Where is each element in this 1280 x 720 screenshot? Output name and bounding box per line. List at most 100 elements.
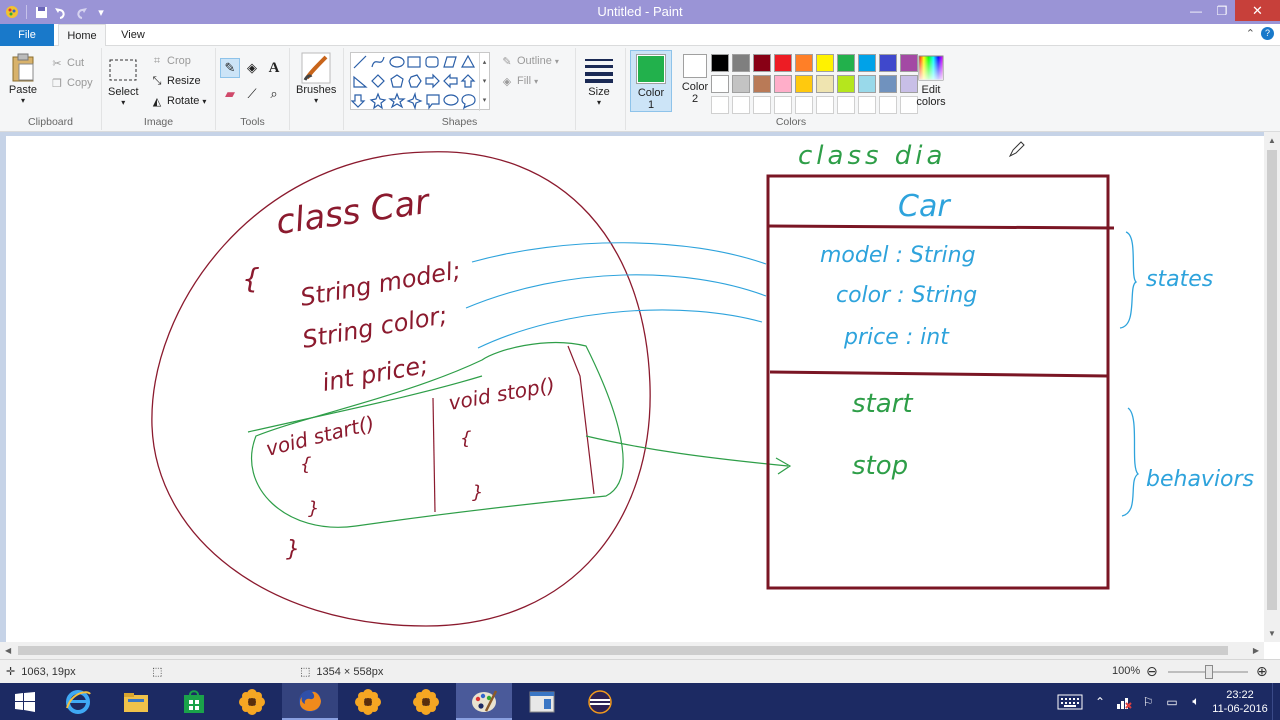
palette-swatch[interactable] — [753, 75, 771, 93]
tab-file[interactable]: File — [0, 24, 54, 46]
palette-swatch[interactable] — [837, 54, 855, 72]
customize-qat-icon[interactable]: ▾ — [93, 4, 109, 20]
color-picker-icon[interactable]: ⟋ — [242, 84, 262, 104]
save-icon[interactable] — [33, 4, 49, 20]
horizontal-scrollbar[interactable]: ◀ ▶ — [0, 642, 1264, 659]
horizontal-scroll-thumb[interactable] — [18, 646, 1228, 655]
palette-swatch[interactable] — [711, 96, 729, 114]
palette-swatch[interactable] — [879, 54, 897, 72]
resize-button[interactable]: ⤡ Resize — [150, 72, 201, 90]
select-button[interactable]: Select ▾ — [108, 54, 139, 107]
crop-button[interactable]: ⌗ Crop — [150, 52, 191, 70]
volume-icon[interactable]: 🔈︎ — [1187, 693, 1205, 711]
size-button[interactable]: Size ▾ — [584, 54, 614, 107]
palette-swatch[interactable] — [879, 75, 897, 93]
paint-app-icon[interactable] — [4, 4, 20, 20]
palette-swatch[interactable] — [837, 75, 855, 93]
zoom-out-icon[interactable]: ⊖ — [1146, 663, 1158, 680]
palette-swatch[interactable] — [837, 96, 855, 114]
edit-colors-button[interactable]: Edit colors — [916, 52, 946, 108]
vertical-scroll-thumb[interactable] — [1267, 150, 1277, 610]
color-wheel-icon — [916, 52, 946, 84]
shapes-scroll[interactable]: ▴ ▾ ▾ — [479, 53, 489, 111]
network-blocked-icon[interactable] — [1115, 693, 1133, 711]
rotate-button[interactable]: ◭ Rotate ▾ — [150, 92, 207, 110]
palette-swatch[interactable] — [711, 75, 729, 93]
palette-swatch[interactable] — [816, 96, 834, 114]
paste-button[interactable]: Paste ▾ — [8, 52, 38, 105]
zoom-slider-thumb[interactable] — [1205, 665, 1213, 679]
display-icon[interactable]: ▭ — [1163, 693, 1181, 711]
edit-colors-label: Edit — [921, 84, 941, 96]
outline-button[interactable]: ✎ Outline ▾ — [500, 52, 558, 70]
cursor-position-text: 1063, 19px — [21, 665, 76, 678]
fill-bucket-icon[interactable]: ◈ — [242, 58, 262, 78]
action-center-icon[interactable]: ⚐ — [1139, 693, 1157, 711]
brushes-button[interactable]: Brushes ▾ — [296, 52, 336, 105]
scroll-up-icon[interactable]: ▲ — [1268, 136, 1276, 145]
palette-swatch[interactable] — [711, 54, 729, 72]
taskbar: ⌃ ⚐ ▭ 🔈︎ 23:22 11-06-2016 — [0, 683, 1280, 720]
zoom-in-icon[interactable]: ⊕ — [1256, 663, 1268, 680]
eclipse-icon[interactable] — [572, 683, 628, 720]
flower-app-icon-3[interactable] — [398, 683, 454, 720]
internet-explorer-icon[interactable] — [50, 683, 106, 720]
tab-view[interactable]: View — [110, 24, 156, 46]
palette-swatch[interactable] — [816, 75, 834, 93]
color1-swatch-frame — [636, 54, 666, 84]
copy-button[interactable]: ❐ Copy — [50, 74, 93, 92]
paint-taskbar-icon[interactable] — [456, 683, 512, 720]
scroll-left-icon[interactable]: ◀ — [5, 646, 11, 655]
quick-access-toolbar: ▾ — [0, 4, 109, 20]
redo-icon[interactable] — [73, 4, 89, 20]
clock[interactable]: 23:22 11-06-2016 — [1208, 688, 1272, 716]
flower-app-icon-2[interactable] — [340, 683, 396, 720]
minimize-button[interactable]: — — [1183, 0, 1209, 21]
palette-swatch[interactable] — [816, 54, 834, 72]
start-button[interactable] — [0, 683, 50, 720]
palette-swatch[interactable] — [879, 96, 897, 114]
palette-swatch[interactable] — [858, 96, 876, 114]
window-app-icon[interactable] — [514, 683, 570, 720]
copy-label: Copy — [67, 77, 93, 89]
pencil-icon[interactable]: ✎ — [220, 58, 240, 78]
show-hidden-icons-icon[interactable]: ⌃ — [1091, 693, 1109, 711]
palette-swatch[interactable] — [732, 96, 750, 114]
field-string-color: String color; — [300, 301, 449, 354]
colors-group-label: Colors — [775, 116, 807, 128]
fill-button[interactable]: ◈ Fill ▾ — [500, 72, 538, 90]
vertical-scrollbar[interactable]: ▲ ▼ — [1264, 132, 1280, 642]
restore-button[interactable]: ❐ — [1209, 0, 1235, 21]
store-icon[interactable] — [166, 683, 222, 720]
cut-button[interactable]: ✂ Cut — [50, 54, 84, 72]
firefox-icon[interactable] — [282, 683, 338, 720]
tab-home[interactable]: Home — [58, 24, 106, 47]
palette-swatch[interactable] — [858, 75, 876, 93]
palette-swatch[interactable] — [753, 96, 771, 114]
scroll-down-icon[interactable]: ▼ — [1268, 629, 1276, 638]
magnifier-icon[interactable]: ⌕ — [264, 84, 284, 104]
scroll-right-icon[interactable]: ▶ — [1253, 646, 1259, 655]
palette-swatch[interactable] — [795, 75, 813, 93]
text-tool-icon[interactable]: A — [264, 58, 284, 78]
collapse-ribbon-icon[interactable]: ⌃ — [1246, 27, 1255, 40]
palette-swatch[interactable] — [732, 75, 750, 93]
palette-swatch[interactable] — [774, 75, 792, 93]
eraser-icon[interactable]: ▰ — [220, 84, 240, 104]
drawing-canvas[interactable]: class Car { String model; String color; … — [6, 136, 1264, 642]
file-explorer-icon[interactable] — [108, 683, 164, 720]
palette-swatch[interactable] — [795, 96, 813, 114]
palette-swatch[interactable] — [753, 54, 771, 72]
palette-swatch[interactable] — [774, 96, 792, 114]
color1-button[interactable]: Color 1 — [630, 50, 672, 112]
palette-swatch[interactable] — [795, 54, 813, 72]
palette-swatch[interactable] — [732, 54, 750, 72]
palette-swatch[interactable] — [858, 54, 876, 72]
palette-swatch[interactable] — [774, 54, 792, 72]
close-button[interactable]: ✕ — [1235, 0, 1280, 21]
show-desktop-button[interactable] — [1272, 683, 1280, 720]
help-icon[interactable]: ? — [1261, 27, 1274, 40]
keyboard-icon[interactable] — [1055, 693, 1085, 711]
undo-icon[interactable] — [53, 4, 69, 20]
flower-app-icon[interactable] — [224, 683, 280, 720]
